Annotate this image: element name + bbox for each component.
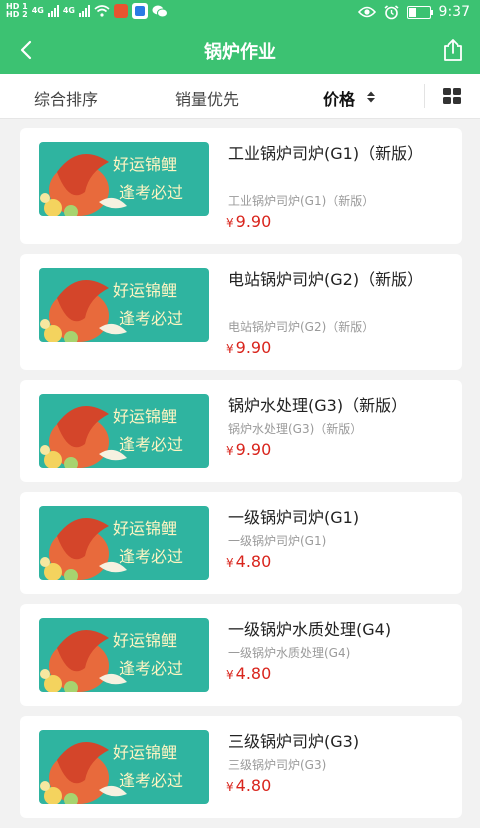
currency-symbol: ¥ — [226, 780, 234, 794]
product-thumbnail: 好运锦鲤 逢考必过 — [39, 142, 209, 216]
thumb-line-2: 逢考必过 — [119, 435, 183, 454]
product-name: 工业锅炉司炉(G1)（新版） — [228, 144, 424, 163]
product-name: 锅炉水处理(G3)（新版） — [228, 396, 408, 415]
product-thumbnail: 好运锦鲤 逢考必过 — [39, 506, 209, 580]
thumb-line-2: 逢考必过 — [119, 183, 183, 202]
product-subtitle: 一级锅炉水质处理(G4) — [228, 646, 351, 660]
product-list: 好运锦鲤 逢考必过 工业锅炉司炉(G1)（新版） 工业锅炉司炉(G1)（新版） … — [20, 128, 462, 828]
grid-view-icon[interactable] — [442, 86, 462, 106]
price-value: 9.90 — [235, 440, 272, 459]
product-card[interactable]: 好运锦鲤 逢考必过 工业锅炉司炉(G1)（新版） 工业锅炉司炉(G1)（新版） … — [20, 128, 462, 244]
price-value: 4.80 — [235, 776, 272, 795]
sort-toggle-icon[interactable] — [366, 90, 376, 104]
signal-icon-1 — [47, 5, 59, 17]
product-price: ¥9.90 — [226, 212, 271, 231]
thumb-line-2: 逢考必过 — [119, 659, 183, 678]
currency-symbol: ¥ — [226, 668, 234, 682]
page-title: 锅炉作业 — [204, 42, 276, 63]
app-bar: 锅炉作业 — [0, 26, 480, 74]
product-price: ¥4.80 — [226, 552, 271, 571]
currency-symbol: ¥ — [226, 556, 234, 570]
battery-icon — [406, 5, 433, 19]
divider — [424, 84, 425, 108]
price-value: 4.80 — [235, 664, 272, 683]
sim-indicators: HD 1 HD 2 — [6, 3, 28, 19]
thumb-line-1: 好运锦鲤 — [113, 631, 177, 650]
notification-app-icon — [131, 3, 148, 19]
product-card[interactable]: 好运锦鲤 逢考必过 锅炉水处理(G3)（新版） 锅炉水处理(G3)（新版） ¥9… — [20, 380, 462, 482]
wechat-icon — [152, 5, 168, 17]
currency-symbol: ¥ — [226, 342, 234, 356]
product-subtitle: 锅炉水处理(G3)（新版） — [228, 422, 363, 436]
product-price: ¥4.80 — [226, 776, 271, 795]
sort-sales[interactable]: 销量优先 — [175, 86, 239, 110]
sort-bar: 综合排序 销量优先 价格 — [0, 74, 480, 119]
product-card[interactable]: 好运锦鲤 逢考必过 一级锅炉司炉(G1) 一级锅炉司炉(G1) ¥4.80 — [20, 492, 462, 594]
product-price: ¥9.90 — [226, 338, 271, 357]
product-subtitle: 电站锅炉司炉(G2)（新版） — [228, 320, 375, 334]
wifi-icon — [94, 5, 110, 17]
product-thumbnail: 好运锦鲤 逢考必过 — [39, 394, 209, 468]
network-type-2: 4G — [62, 6, 75, 15]
product-price: ¥9.90 — [226, 440, 271, 459]
product-subtitle: 一级锅炉司炉(G1) — [228, 534, 327, 548]
thumb-line-2: 逢考必过 — [119, 547, 183, 566]
product-name: 电站锅炉司炉(G2)（新版） — [228, 270, 424, 289]
sort-comprehensive[interactable]: 综合排序 — [34, 86, 98, 110]
thumb-line-1: 好运锦鲤 — [113, 281, 177, 300]
hd2-label: HD 2 — [6, 10, 28, 19]
product-thumbnail: 好运锦鲤 逢考必过 — [39, 730, 209, 804]
product-subtitle: 工业锅炉司炉(G1)（新版） — [228, 194, 375, 208]
thumb-line-1: 好运锦鲤 — [113, 407, 177, 426]
price-value: 4.80 — [235, 552, 272, 571]
signal-icon-2 — [78, 5, 90, 17]
product-card[interactable]: 好运锦鲤 逢考必过 一级锅炉水质处理(G4) 一级锅炉水质处理(G4) ¥4.8… — [20, 604, 462, 706]
product-price: ¥4.80 — [226, 664, 271, 683]
product-card[interactable]: 好运锦鲤 逢考必过 电站锅炉司炉(G2)（新版） 电站锅炉司炉(G2)（新版） … — [20, 254, 462, 370]
currency-symbol: ¥ — [226, 444, 234, 458]
product-name: 一级锅炉司炉(G1) — [228, 508, 360, 527]
product-subtitle: 三级锅炉司炉(G3) — [228, 758, 327, 772]
product-name: 一级锅炉水质处理(G4) — [228, 620, 392, 639]
sort-price[interactable]: 价格 — [323, 86, 355, 110]
currency-symbol: ¥ — [226, 216, 234, 230]
thumb-line-1: 好运锦鲤 — [113, 155, 177, 174]
thumb-line-2: 逢考必过 — [119, 309, 183, 328]
status-bar: HD 1 HD 2 4G 4G 9:37 — [0, 0, 480, 26]
share-icon[interactable] — [440, 37, 466, 63]
product-name: 三级锅炉司炉(G3) — [228, 732, 360, 751]
alarm-icon — [384, 4, 399, 19]
thumb-line-1: 好运锦鲤 — [113, 519, 177, 538]
price-value: 9.90 — [235, 338, 272, 357]
product-thumbnail: 好运锦鲤 逢考必过 — [39, 618, 209, 692]
product-thumbnail: 好运锦鲤 逢考必过 — [39, 268, 209, 342]
network-type-1: 4G — [31, 6, 44, 15]
clock: 9:37 — [438, 4, 470, 20]
price-value: 9.90 — [235, 212, 272, 231]
product-card[interactable]: 好运锦鲤 逢考必过 三级锅炉司炉(G3) 三级锅炉司炉(G3) ¥4.80 — [20, 716, 462, 818]
notification-app-icon — [113, 4, 128, 18]
thumb-line-2: 逢考必过 — [119, 771, 183, 790]
thumb-line-1: 好运锦鲤 — [113, 743, 177, 762]
eye-icon — [357, 6, 376, 18]
